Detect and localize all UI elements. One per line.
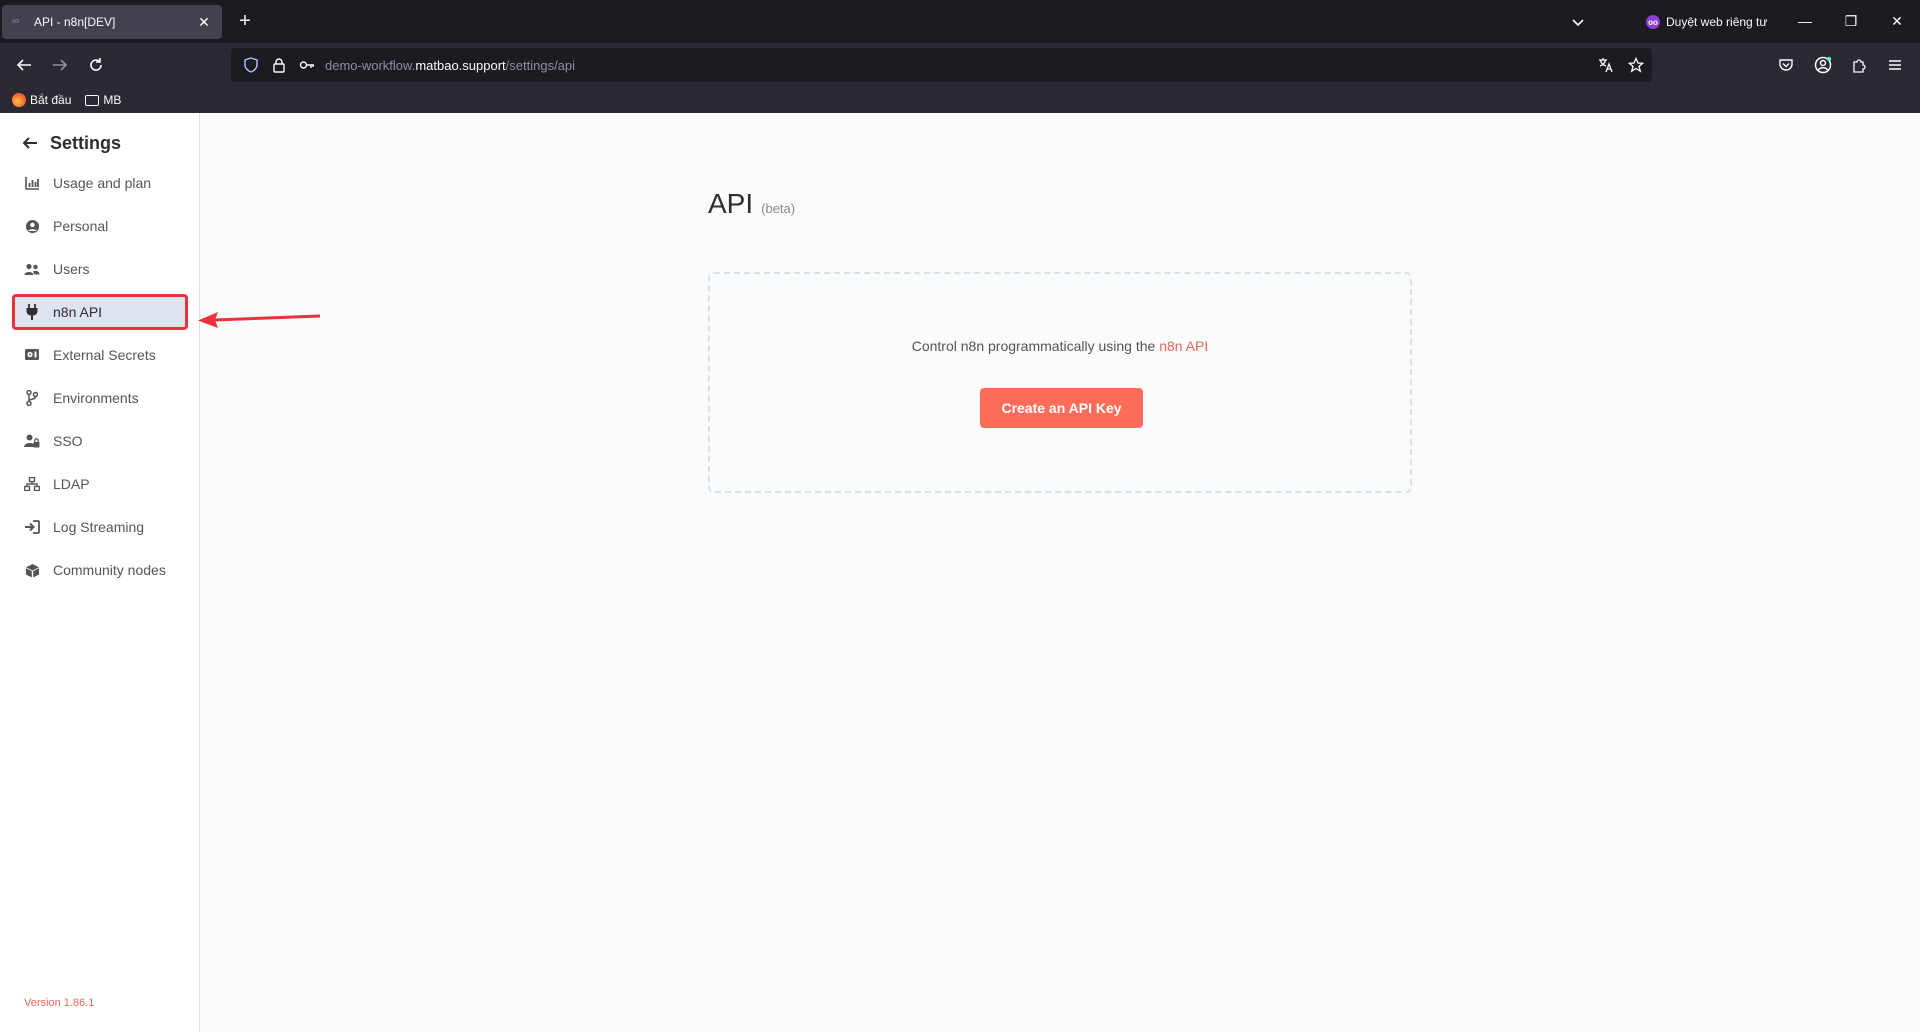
minimize-button[interactable]: —	[1794, 10, 1816, 32]
menu-item-environments[interactable]: Environments	[12, 380, 188, 416]
settings-menu: Usage and plan Personal Users n8n API Ex…	[12, 165, 188, 595]
url-host: matbao.support	[415, 57, 506, 73]
bookmark-star-icon[interactable]	[1626, 55, 1646, 75]
create-api-key-button[interactable]: Create an API Key	[980, 388, 1143, 428]
close-tab-icon[interactable]: ✕	[196, 14, 212, 30]
menu-item-label: SSO	[53, 433, 83, 449]
vault-icon	[24, 347, 40, 363]
users-icon	[24, 261, 40, 277]
folder-icon	[85, 94, 100, 106]
sign-in-icon	[24, 519, 40, 535]
reload-icon	[90, 58, 102, 71]
menu-item-users[interactable]: Users	[12, 251, 188, 287]
n8n-api-link[interactable]: n8n API	[1159, 338, 1208, 354]
beta-badge: (beta)	[761, 201, 796, 216]
plug-icon	[24, 304, 40, 320]
back-button[interactable]	[12, 53, 36, 77]
forward-arrow-icon	[53, 59, 68, 71]
menu-hamburger-icon[interactable]	[1884, 54, 1906, 76]
browser-titlebar: ∞ API - n8n[DEV] ✕ + oo Duyệt web riêng …	[0, 0, 1920, 43]
page-title-text: API	[708, 188, 754, 219]
url-path: /settings/api	[505, 57, 576, 73]
restore-button[interactable]: ❐	[1840, 10, 1862, 32]
menu-item-label: External Secrets	[53, 347, 156, 363]
bookmark-label: Bắt đầu	[30, 93, 72, 107]
menu-item-usage-and-plan[interactable]: Usage and plan	[12, 165, 188, 201]
private-label-text: Duyệt web riêng tư	[1666, 15, 1768, 29]
back-arrow-icon	[16, 59, 31, 71]
api-description-text: Control n8n programmatically using the	[911, 338, 1160, 354]
menu-item-n8n-api[interactable]: n8n API	[12, 294, 188, 330]
menu-item-label: n8n API	[53, 304, 103, 320]
annotation-arrow-icon	[198, 312, 321, 328]
menu-item-log-streaming[interactable]: Log Streaming	[12, 509, 188, 545]
bookmark-bat-dau[interactable]: Bắt đầu	[12, 93, 71, 107]
menu-item-label: Usage and plan	[53, 175, 152, 191]
reload-button[interactable]	[84, 53, 108, 77]
menu-item-label: Users	[53, 261, 90, 277]
new-tab-button[interactable]: +	[234, 10, 256, 32]
menu-item-label: Log Streaming	[53, 519, 145, 535]
menu-item-external-secrets[interactable]: External Secrets	[12, 337, 188, 373]
bookmark-label: MB	[103, 93, 122, 107]
lock-icon[interactable]	[269, 55, 289, 75]
url-text[interactable]: demo-workflow.matbao.support/settings/ap…	[325, 58, 575, 73]
bookmarks-toolbar: Bắt đầu MB	[0, 87, 1920, 113]
user-lock-icon	[24, 433, 40, 449]
n8n-favicon-icon: ∞	[12, 16, 20, 27]
browser-tab[interactable]: ∞ API - n8n[DEV] ✕	[2, 5, 222, 39]
menu-item-label: Personal	[53, 218, 109, 234]
pocket-icon[interactable]	[1775, 54, 1797, 76]
key-icon[interactable]	[297, 55, 317, 75]
menu-item-community-nodes[interactable]: Community nodes	[12, 552, 188, 588]
user-circle-icon	[24, 218, 40, 234]
settings-sidebar: Settings Usage and plan Personal Users n…	[0, 113, 200, 1032]
translate-icon[interactable]	[1596, 55, 1616, 75]
bookmark-folder-mb[interactable]: MB	[85, 93, 121, 107]
menu-item-personal[interactable]: Personal	[12, 208, 188, 244]
menu-item-label: LDAP	[53, 476, 90, 492]
page-title: API (beta)	[708, 188, 795, 220]
chart-icon	[24, 175, 40, 191]
url-bar[interactable]: demo-workflow.matbao.support/settings/ap…	[231, 48, 1652, 82]
shield-icon[interactable]	[241, 55, 261, 75]
menu-item-label: Environments	[53, 390, 139, 406]
private-browsing-indicator: oo Duyệt web riêng tư	[1646, 13, 1767, 31]
arrow-left-icon	[22, 135, 38, 151]
browser-navbar: demo-workflow.matbao.support/settings/ap…	[0, 43, 1920, 87]
tab-title: API - n8n[DEV]	[34, 15, 116, 29]
tab-list-chevron-icon[interactable]	[1568, 12, 1588, 32]
network-icon	[24, 476, 40, 492]
settings-title: Settings	[50, 132, 122, 153]
close-window-button[interactable]: ✕	[1886, 10, 1908, 32]
firefox-icon	[12, 93, 26, 107]
private-mask-icon: oo	[1646, 15, 1660, 29]
account-icon[interactable]	[1812, 54, 1834, 76]
extensions-icon[interactable]	[1848, 54, 1870, 76]
version-link[interactable]: Version 1.86.1	[24, 997, 94, 1009]
api-description: Control n8n programmatically using the n…	[710, 338, 1410, 354]
url-prefix: demo-workflow.	[325, 57, 416, 73]
cube-icon	[24, 562, 40, 578]
branch-icon	[24, 390, 40, 406]
forward-button[interactable]	[48, 53, 72, 77]
menu-item-ldap[interactable]: LDAP	[12, 466, 188, 502]
menu-item-sso[interactable]: SSO	[12, 423, 188, 459]
api-empty-state: Control n8n programmatically using the n…	[708, 272, 1412, 493]
menu-item-label: Community nodes	[53, 562, 166, 578]
settings-back-link[interactable]: Settings	[22, 131, 121, 155]
